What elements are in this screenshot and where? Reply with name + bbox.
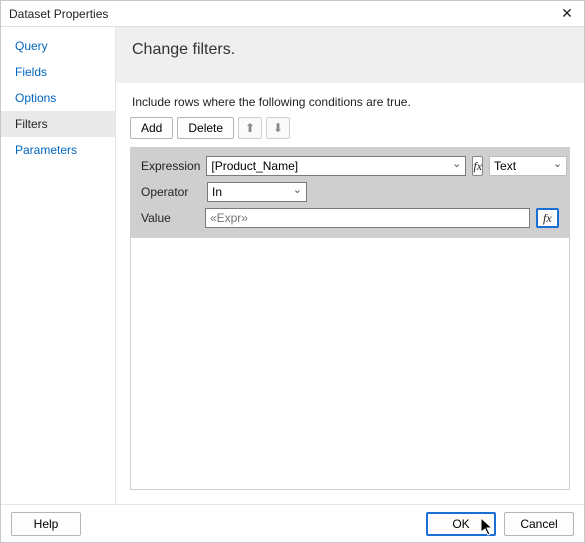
sidebar: Query Fields Options Filters Parameters [1,27,116,504]
expression-row: Expression fx [141,156,559,176]
expression-combo[interactable] [206,156,466,176]
delete-button[interactable]: Delete [177,117,234,139]
sidebar-item-options[interactable]: Options [1,85,115,111]
sidebar-item-parameters[interactable]: Parameters [1,137,115,163]
cancel-button[interactable]: Cancel [504,512,574,536]
sidebar-item-filters[interactable]: Filters [1,111,115,137]
dialog-footer: Help OK Cancel [1,504,584,542]
sidebar-item-label: Fields [15,65,47,79]
operator-label: Operator [141,185,201,199]
filters-panel: Expression fx Operator [130,147,570,490]
main-panel: Change filters. Include rows where the f… [116,27,584,504]
operator-combo[interactable] [207,182,307,202]
window-title: Dataset Properties [9,7,108,21]
page-content: Include rows where the following conditi… [116,83,584,504]
dataset-properties-dialog: Dataset Properties ✕ Query Fields Option… [0,0,585,543]
page-title: Change filters. [132,41,568,59]
sidebar-item-label: Filters [15,117,48,131]
filter-row: Expression fx Operator [131,148,569,238]
filters-toolbar: Add Delete ⬆ ⬇ [130,117,570,139]
instruction-text: Include rows where the following conditi… [132,95,570,109]
sidebar-item-label: Query [15,39,48,53]
sidebar-item-query[interactable]: Query [1,33,115,59]
value-row: Value fx [141,208,559,228]
dialog-body: Query Fields Options Filters Parameters … [1,27,584,504]
move-down-icon[interactable]: ⬇ [266,117,290,139]
sidebar-item-fields[interactable]: Fields [1,59,115,85]
move-up-icon[interactable]: ⬆ [238,117,262,139]
title-bar: Dataset Properties ✕ [1,1,584,27]
page-header: Change filters. [116,27,584,83]
expression-fx-button[interactable]: fx [472,156,483,176]
type-combo[interactable] [489,156,567,176]
sidebar-item-label: Options [15,91,56,105]
operator-row: Operator [141,182,559,202]
value-input[interactable] [205,208,530,228]
value-fx-button[interactable]: fx [536,208,559,228]
expression-label: Expression [141,159,200,173]
add-button[interactable]: Add [130,117,173,139]
close-icon[interactable]: ✕ [556,4,578,24]
ok-button[interactable]: OK [426,512,496,536]
sidebar-item-label: Parameters [15,143,77,157]
filters-empty-area [131,238,569,489]
value-label: Value [141,211,199,225]
help-button[interactable]: Help [11,512,81,536]
